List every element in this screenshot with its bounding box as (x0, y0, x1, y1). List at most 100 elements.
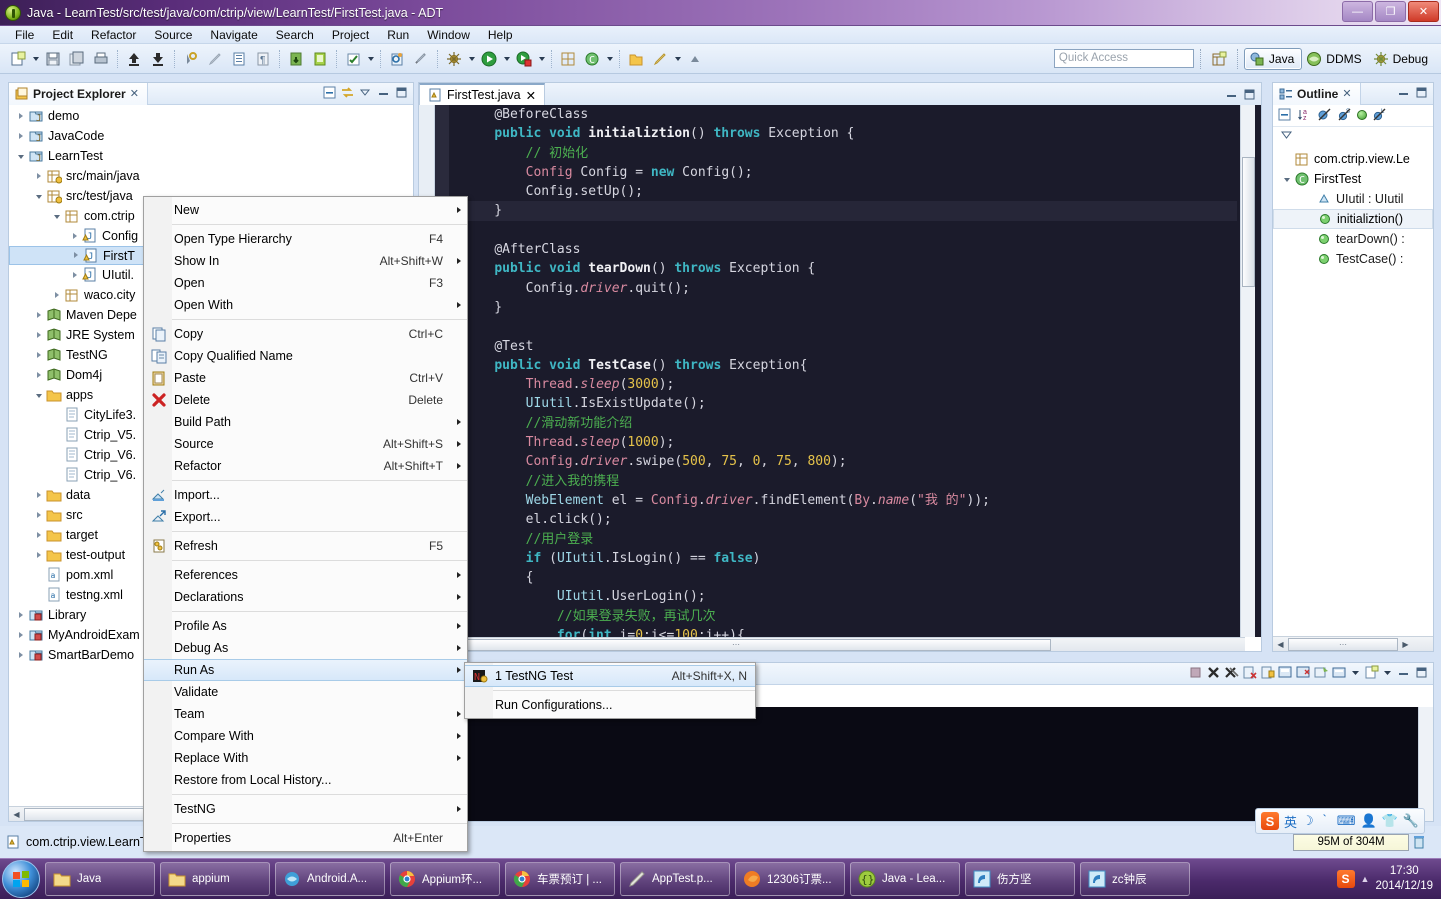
sogou-logo-icon[interactable]: S (1261, 812, 1279, 830)
ctx-menu-item-properties[interactable]: Properties Alt+Enter (144, 827, 467, 849)
display-selected-console-icon[interactable] (1296, 665, 1311, 683)
run-as-submenu[interactable]: N 1 TestNG Test Alt+Shift+X, N Run Configur… (464, 662, 756, 719)
ctx-menu-item-testng[interactable]: TestNG (144, 798, 467, 820)
menu-item-edit[interactable]: Edit (43, 27, 82, 43)
taskbar-item-0[interactable]: Java (45, 862, 155, 896)
expand-arrow-icon[interactable] (33, 389, 46, 402)
expand-arrow-icon[interactable] (33, 369, 46, 382)
outline-item-testcase[interactable]: TestCase() : (1273, 249, 1433, 269)
menu-item-refactor[interactable]: Refactor (82, 27, 145, 43)
ctx-menu-item-source[interactable]: Source Alt+Shift+S (144, 433, 467, 455)
sogou-ime-toolbar[interactable]: S 英 ☽ ｀ ⌨ 👤 👕 🔧 (1255, 808, 1425, 834)
terminate-icon[interactable] (1188, 665, 1203, 683)
link-with-editor-icon[interactable] (340, 85, 355, 103)
ctx-menu-item-references[interactable]: References (144, 564, 467, 586)
menu-item-window[interactable]: Window (418, 27, 479, 43)
ctx-menu-item-open-type-hierarchy[interactable]: Open Type Hierarchy F4 (144, 228, 467, 250)
expand-arrow-icon[interactable] (1281, 173, 1294, 186)
maximize-panel-icon[interactable] (1414, 85, 1429, 103)
expand-arrow-icon[interactable] (33, 509, 46, 522)
menu-item-search[interactable]: Search (267, 27, 323, 43)
new-console-view-icon[interactable] (1332, 665, 1347, 683)
outline-hscrollbar[interactable]: ◀ ⋯ ▶ (1273, 636, 1433, 651)
expand-arrow-icon[interactable] (15, 110, 28, 123)
expand-arrow-icon[interactable] (69, 269, 82, 282)
user-icon[interactable]: 👤 (1360, 813, 1376, 829)
taskbar-item-6[interactable]: 12306订票... (735, 862, 845, 896)
ctx-menu-item-refactor[interactable]: Refactor Alt+Shift+T (144, 455, 467, 477)
expand-arrow-icon[interactable] (33, 349, 46, 362)
menu-item-source[interactable]: Source (145, 27, 201, 43)
minimize-panel-icon[interactable] (376, 85, 391, 103)
debug-icon[interactable] (443, 48, 465, 70)
expand-arrow-icon[interactable] (15, 609, 28, 622)
editor-vscrollbar[interactable] (1240, 105, 1255, 637)
tab-project-explorer[interactable]: Project Explorer ✕ (9, 82, 148, 105)
console-vscrollbar[interactable] (1418, 707, 1433, 821)
scroll-lock-icon[interactable] (1260, 665, 1275, 683)
ctx-menu-item-import[interactable]: Import... (144, 484, 467, 506)
console-output-area[interactable] (419, 707, 1433, 821)
view-menu-icon[interactable] (1279, 129, 1294, 144)
ctx-menu-item-export[interactable]: Export... (144, 506, 467, 528)
expand-arrow-icon[interactable] (15, 629, 28, 642)
avd-manager-icon[interactable] (309, 48, 331, 70)
perspective-java[interactable]: Java (1243, 47, 1303, 70)
minimize-button[interactable]: — (1342, 1, 1373, 22)
taskbar-item-1[interactable]: appium (160, 862, 270, 896)
pencil-icon[interactable] (204, 48, 226, 70)
tree-item-javacode[interactable]: J JavaCode (9, 126, 413, 146)
open-type-icon[interactable] (228, 48, 250, 70)
expand-arrow-icon[interactable] (51, 210, 64, 223)
project-context-menu[interactable]: New Open Type Hierarchy F4 Show In Alt+Shift… (143, 196, 468, 852)
run-icon[interactable] (478, 48, 500, 70)
remove-launch-icon[interactable] (1206, 665, 1221, 683)
clock[interactable]: 17:30 2014/12/19 (1375, 864, 1433, 894)
close-icon[interactable]: ✕ (526, 88, 536, 103)
close-icon[interactable]: ✕ (130, 87, 139, 100)
ctx-menu-item-build-path[interactable]: Build Path (144, 411, 467, 433)
ctx-menu-item-declarations[interactable]: Declarations (144, 586, 467, 608)
hide-static-icon[interactable]: S (1337, 107, 1352, 125)
show-hidden-icons-button[interactable]: ▲ (1361, 874, 1370, 884)
maximize-panel-icon[interactable] (1414, 665, 1429, 683)
quick-access-input[interactable]: Quick Access (1053, 49, 1194, 68)
perspective-debug[interactable]: Debug (1369, 49, 1435, 69)
ctx-menu-item-open[interactable]: Open F3 (144, 272, 467, 294)
trash-icon[interactable] (1409, 833, 1429, 851)
annotate-icon[interactable] (649, 48, 671, 70)
editor-hscroll-thumb[interactable]: ⋯ (421, 638, 1051, 651)
tree-item-learntest[interactable]: J LearnTest (9, 146, 413, 166)
export-icon[interactable] (123, 48, 145, 70)
ctx-menu-item-validate[interactable]: Validate (144, 681, 467, 703)
expand-arrow-icon[interactable] (33, 190, 46, 203)
maximize-button[interactable]: ❐ (1375, 1, 1406, 22)
import-icon[interactable] (147, 48, 169, 70)
maximize-panel-icon[interactable] (1242, 87, 1257, 105)
expand-arrow-icon[interactable] (33, 529, 46, 542)
minimize-panel-icon[interactable] (1396, 85, 1411, 103)
expand-arrow-icon[interactable] (33, 489, 46, 502)
pin-console-icon[interactable] (1278, 665, 1293, 683)
tab-outline[interactable]: Outline ✕ (1273, 82, 1361, 105)
scroll-right-icon[interactable]: ▶ (1398, 637, 1413, 651)
outline-item-uiutil-uiutil[interactable]: UIutil : UIutil (1273, 189, 1433, 209)
collapse-all-icon[interactable] (322, 85, 337, 103)
scroll-left-icon[interactable]: ◀ (1273, 637, 1288, 651)
debug-dropdown-icon[interactable] (466, 48, 477, 70)
outline-tree[interactable]: com.ctrip.view.Le C FirstTest UIutil : UIut… (1273, 149, 1433, 635)
moon-icon[interactable]: ☽ (1302, 813, 1314, 829)
ctx-menu-item-profile-as[interactable]: Profile As (144, 615, 467, 637)
checkbox-dropdown-icon[interactable] (365, 48, 376, 70)
maximize-panel-icon[interactable] (394, 85, 409, 103)
console-menu-dropdown-icon[interactable] (1382, 665, 1393, 683)
tools-icon[interactable]: 🔧 (1403, 813, 1419, 829)
run-as-item-1-testng-test[interactable]: N 1 TestNG Test Alt+Shift+X, N (465, 665, 755, 687)
expand-arrow-icon[interactable] (33, 170, 46, 183)
ctx-menu-item-copy-qualified-name[interactable]: Copy Qualified Name (144, 345, 467, 367)
sogou-tray-icon[interactable]: S (1336, 870, 1355, 888)
ctx-menu-item-copy[interactable]: Copy Ctrl+C (144, 323, 467, 345)
ctx-menu-item-new[interactable]: New (144, 199, 467, 221)
start-button[interactable] (2, 860, 40, 898)
taskbar-item-4[interactable]: 车票预订 | ... (505, 862, 615, 896)
